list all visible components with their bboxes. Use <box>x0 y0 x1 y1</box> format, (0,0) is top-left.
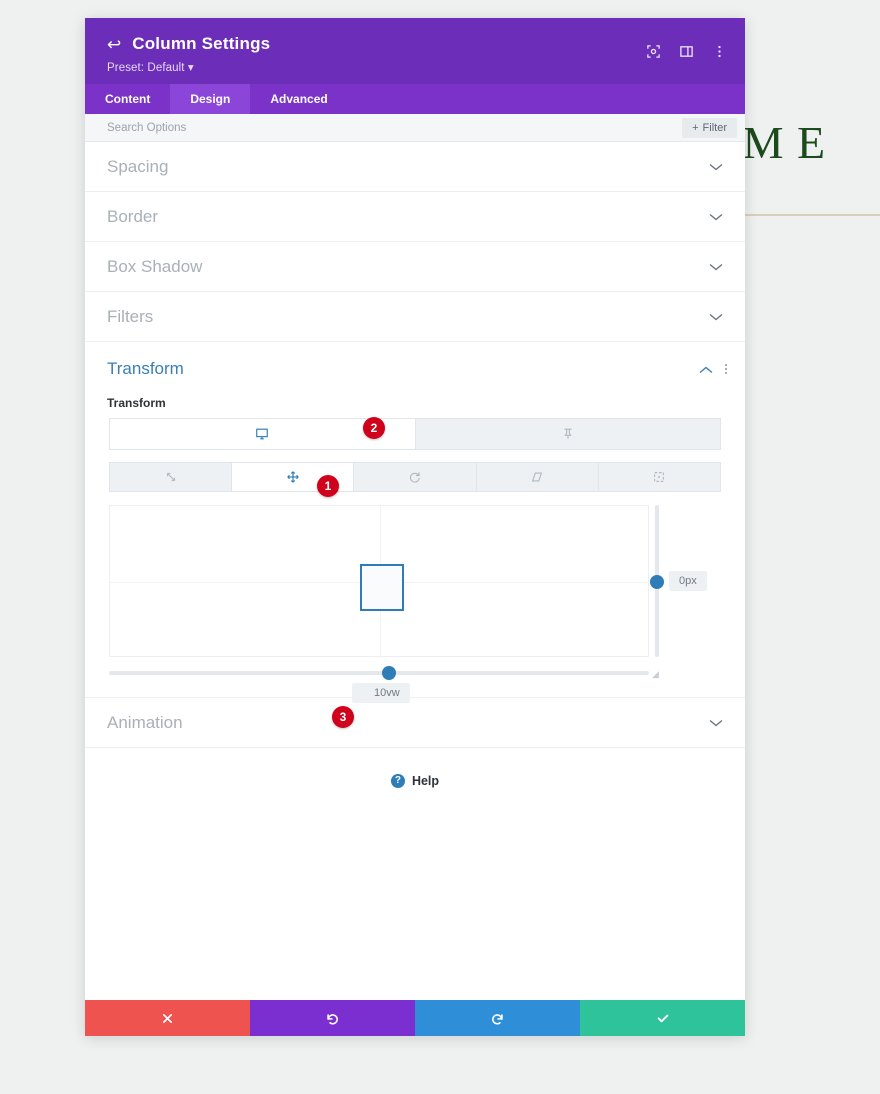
section-animation-label: Animation <box>107 713 183 733</box>
section-border[interactable]: Border <box>85 192 745 242</box>
skew-transform-button[interactable] <box>477 462 599 492</box>
redo-icon <box>490 1011 505 1026</box>
layout-panel-icon[interactable] <box>679 44 694 59</box>
annotation-badge-3: 3 <box>332 706 354 728</box>
page-root: QUAM E ccusantium doloren re veritatis e… <box>0 0 880 1094</box>
scale-icon <box>164 470 178 484</box>
section-box-shadow-label: Box Shadow <box>107 257 202 277</box>
translate-icon <box>286 470 300 484</box>
close-x-icon <box>161 1012 174 1025</box>
vertical-slider-value: 0px <box>669 571 707 591</box>
modal-header: ↩ Column Settings Preset: Default ▾ <box>85 18 745 84</box>
horizontal-slider-handle[interactable] <box>382 666 396 680</box>
chevron-down-icon <box>709 259 723 274</box>
rotate-transform-button[interactable] <box>354 462 476 492</box>
search-bar: + Filter <box>85 114 745 142</box>
transform-canvas[interactable] <box>109 505 649 657</box>
modal-footer <box>85 1000 745 1036</box>
save-button[interactable] <box>580 1000 745 1036</box>
pin-icon <box>561 427 575 441</box>
modal-body: Spacing Border Box Shadow Filters <box>85 142 745 1000</box>
transform-device-tabs <box>109 418 721 450</box>
horizontal-slider-value: 10vw <box>352 683 410 703</box>
section-box-shadow[interactable]: Box Shadow <box>85 242 745 292</box>
section-animation[interactable]: Animation <box>85 698 745 748</box>
undo-button[interactable] <box>250 1000 415 1036</box>
tab-content[interactable]: Content <box>85 84 170 114</box>
section-transform-label: Transform <box>107 359 184 379</box>
transform-preview-shape[interactable] <box>360 564 404 611</box>
section-filters-label: Filters <box>107 307 153 327</box>
kebab-menu-icon[interactable] <box>712 44 727 59</box>
section-border-label: Border <box>107 207 158 227</box>
question-mark-icon: ? <box>391 774 405 788</box>
preset-label: Preset: Default <box>107 62 185 74</box>
section-filters[interactable]: Filters <box>85 292 745 342</box>
rotate-icon <box>408 470 422 484</box>
chevron-down-icon: ▾ <box>188 62 194 74</box>
filter-button-label: Filter <box>703 122 727 134</box>
modal-tabs: Content Design Advanced <box>85 84 745 114</box>
tab-advanced[interactable]: Advanced <box>250 84 347 114</box>
pin-device-tab[interactable] <box>416 418 722 450</box>
page-title: Column Settings <box>132 34 270 54</box>
redo-button[interactable] <box>415 1000 580 1036</box>
plus-icon: + <box>692 122 698 134</box>
desktop-icon <box>255 427 269 441</box>
horizontal-slider-track[interactable] <box>109 671 649 675</box>
vertical-slider-handle[interactable] <box>650 575 664 589</box>
section-transform: Transform Transform <box>85 342 745 698</box>
scale-transform-button[interactable] <box>109 462 232 492</box>
chevron-down-icon <box>709 715 723 730</box>
transform-canvas-area: 0px 10vw ◢ <box>109 505 721 681</box>
focus-target-icon[interactable] <box>646 44 661 59</box>
preset-selector[interactable]: Preset: Default ▾ <box>107 60 723 74</box>
section-spacing[interactable]: Spacing <box>85 142 745 192</box>
search-input[interactable] <box>107 122 682 134</box>
filter-button[interactable]: + Filter <box>682 118 737 138</box>
transform-field-label: Transform <box>85 396 745 410</box>
cancel-button[interactable] <box>85 1000 250 1036</box>
column-settings-modal: ↩ Column Settings Preset: Default ▾ <box>85 18 745 1036</box>
resize-grip-icon[interactable]: ◢ <box>652 669 659 680</box>
transform-type-buttons <box>109 462 721 492</box>
modal-header-title-row: ↩ Column Settings <box>107 34 723 54</box>
help-row[interactable]: ? Help <box>85 748 745 788</box>
chevron-down-icon <box>709 309 723 324</box>
section-transform-controls <box>699 362 727 377</box>
section-transform-header[interactable]: Transform <box>85 342 745 396</box>
help-label: Help <box>412 774 439 788</box>
undo-icon <box>325 1011 340 1026</box>
tab-design[interactable]: Design <box>170 84 250 114</box>
modal-header-icons <box>646 44 727 59</box>
annotation-badge-2: 2 <box>363 417 385 439</box>
section-spacing-label: Spacing <box>107 157 168 177</box>
chevron-up-icon[interactable] <box>699 362 713 377</box>
checkmark-icon <box>656 1011 670 1025</box>
origin-transform-button[interactable] <box>599 462 721 492</box>
annotation-badge-1: 1 <box>317 475 339 497</box>
origin-icon <box>652 470 666 484</box>
chevron-down-icon <box>709 159 723 174</box>
chevron-down-icon <box>709 209 723 224</box>
back-arrow-icon[interactable]: ↩ <box>107 36 121 53</box>
kebab-menu-icon[interactable] <box>725 364 727 374</box>
skew-icon <box>530 470 544 484</box>
